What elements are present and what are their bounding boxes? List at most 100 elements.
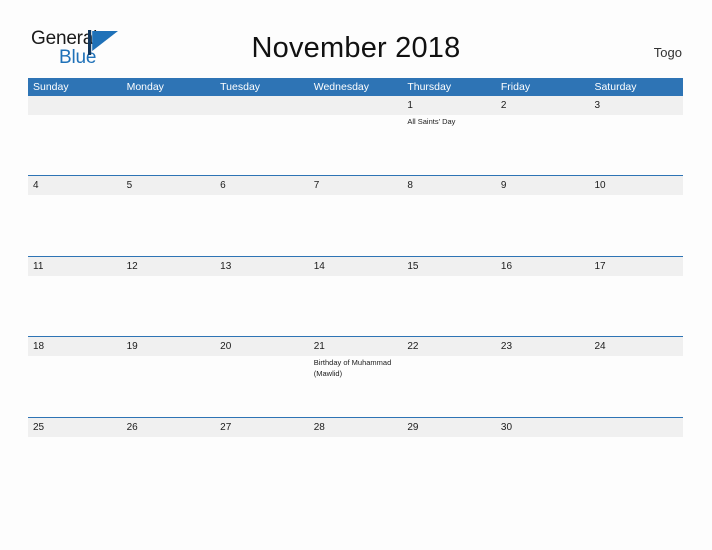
day-number: 3 bbox=[594, 100, 601, 111]
calendar-week-inner: 18 19 20 21 Birthday of Muhammad (Mawlid) 22 2… bbox=[28, 337, 684, 416]
calendar-day-cell[interactable]: 12 bbox=[121, 256, 216, 336]
calendar-day-cell[interactable]: 14 bbox=[308, 256, 403, 336]
calendar-day-cell[interactable]: 2 bbox=[495, 96, 590, 175]
day-number-band bbox=[308, 96, 403, 115]
day-number-band bbox=[589, 96, 684, 115]
calendar-day-cell[interactable]: 27 bbox=[215, 417, 309, 497]
day-number: 2 bbox=[500, 100, 507, 111]
day-number-band bbox=[495, 176, 590, 196]
calendar-day-cell[interactable]: 4 bbox=[28, 176, 122, 255]
calendar-day-cell[interactable]: 17 bbox=[589, 256, 684, 336]
day-events: Birthday of Muhammad (Mawlid) bbox=[314, 358, 399, 379]
weekday-header-thursday: Thursday bbox=[407, 81, 452, 93]
day-number: 15 bbox=[407, 260, 419, 272]
calendar-week-row: 25 26 27 28 29 30 bbox=[28, 416, 684, 497]
day-number: 14 bbox=[313, 260, 325, 272]
day-number: 5 bbox=[126, 180, 133, 192]
calendar-day-cell[interactable]: 20 bbox=[215, 337, 309, 416]
day-number: 30 bbox=[500, 421, 513, 433]
day-number: 4 bbox=[33, 180, 39, 192]
calendar-day-cell-empty bbox=[215, 96, 309, 175]
calendar-day-cell[interactable]: 30 bbox=[495, 417, 590, 497]
weekday-header-saturday: Saturday bbox=[594, 81, 637, 93]
calendar-day-cell[interactable]: 26 bbox=[121, 417, 216, 497]
day-number: 8 bbox=[407, 180, 413, 192]
calendar-day-cell[interactable]: 22 bbox=[402, 337, 496, 416]
calendar-week-row: 1 All Saints' Day 2 3 bbox=[28, 96, 684, 175]
calendar-day-cell-empty bbox=[28, 96, 122, 175]
day-number: 25 bbox=[33, 421, 45, 433]
calendar-day-cell[interactable]: 15 bbox=[402, 256, 496, 336]
day-number: 20 bbox=[220, 341, 232, 353]
calendar-day-cell[interactable]: 25 bbox=[28, 417, 122, 497]
calendar-day-cell[interactable]: 23 bbox=[495, 337, 590, 416]
day-number-band bbox=[402, 176, 496, 196]
day-number: 23 bbox=[500, 341, 513, 353]
weekday-header-row: Sunday Monday Tuesday Wednesday Thursday Frid… bbox=[28, 78, 683, 96]
day-number-band bbox=[28, 176, 122, 196]
calendar-week-inner: 25 26 27 28 29 30 bbox=[28, 417, 684, 497]
day-number: 19 bbox=[126, 341, 138, 353]
calendar-grid: Sunday Monday Tuesday Wednesday Thursday Frid… bbox=[28, 78, 684, 497]
day-number: 10 bbox=[594, 180, 606, 192]
day-number: 21 bbox=[313, 341, 325, 353]
calendar-weeks: 1 All Saints' Day 2 3 4 5 6 7 8 9 10 11 12 13 14 15 16 17… bbox=[28, 96, 684, 497]
calendar-day-cell[interactable]: 5 bbox=[121, 176, 216, 255]
calendar-day-cell[interactable]: 3 bbox=[589, 96, 684, 175]
calendar-day-cell[interactable]: 6 bbox=[215, 176, 309, 255]
calendar-day-cell[interactable]: 8 bbox=[402, 176, 496, 255]
calendar-day-cell[interactable]: 29 bbox=[402, 417, 496, 497]
calendar-day-cell[interactable]: 9 bbox=[495, 176, 590, 255]
day-number-band bbox=[215, 176, 309, 196]
weekday-header-monday: Monday bbox=[126, 81, 164, 93]
day-number: 26 bbox=[126, 421, 138, 433]
day-number: 12 bbox=[126, 260, 138, 272]
day-number-band bbox=[121, 96, 216, 115]
calendar-day-cell[interactable]: 28 bbox=[308, 417, 403, 497]
day-number-band bbox=[495, 96, 590, 115]
day-number: 27 bbox=[220, 421, 232, 433]
holiday-event-label: Birthday of Muhammad (Mawlid) bbox=[313, 358, 392, 378]
calendar-day-cell[interactable]: 1 All Saints' Day bbox=[402, 96, 496, 175]
calendar-day-cell[interactable]: 7 bbox=[308, 176, 403, 255]
calendar-week-row: 18 19 20 21 Birthday of Muhammad (Mawlid) 22 2… bbox=[28, 336, 684, 416]
calendar-week-inner: 1 All Saints' Day 2 3 bbox=[28, 96, 684, 175]
calendar-day-cell[interactable]: 16 bbox=[495, 256, 590, 336]
holiday-event-label: All Saints' Day bbox=[407, 117, 456, 126]
country-label: Togo bbox=[653, 45, 682, 60]
day-number-band bbox=[402, 96, 496, 115]
day-number: 1 bbox=[407, 100, 413, 111]
weekday-header-friday: Friday bbox=[500, 81, 531, 93]
day-events: All Saints' Day bbox=[407, 117, 492, 128]
day-number-band bbox=[121, 176, 216, 196]
weekday-header-wednesday: Wednesday bbox=[313, 81, 369, 93]
calendar-week-row: 11 12 13 14 15 16 17 bbox=[28, 255, 684, 336]
day-number: 29 bbox=[407, 421, 419, 433]
calendar-day-cell[interactable]: 24 bbox=[589, 337, 684, 416]
calendar-week-inner: 4 5 6 7 8 9 10 bbox=[28, 176, 684, 255]
page-header: General Blue November 2018 Togo bbox=[0, 0, 712, 78]
day-number: 11 bbox=[33, 260, 44, 272]
page-title: November 2018 bbox=[251, 32, 461, 64]
calendar-day-cell[interactable]: 19 bbox=[121, 337, 216, 416]
day-number: 13 bbox=[220, 260, 232, 272]
calendar-day-cell[interactable]: 11 bbox=[28, 256, 122, 336]
calendar-day-cell[interactable]: 13 bbox=[215, 256, 309, 336]
day-number-band bbox=[308, 176, 403, 196]
weekday-header-tuesday: Tuesday bbox=[220, 81, 261, 93]
weekday-header-sunday: Sunday bbox=[33, 81, 69, 93]
day-number: 22 bbox=[407, 341, 419, 353]
calendar-day-cell-empty bbox=[308, 96, 403, 175]
calendar-page: General Blue November 2018 Togo Sunday Mo… bbox=[0, 0, 712, 550]
day-number: 7 bbox=[313, 180, 320, 192]
day-number-band bbox=[589, 417, 684, 437]
calendar-day-cell-empty bbox=[121, 96, 216, 175]
day-number: 28 bbox=[313, 421, 325, 433]
day-number: 18 bbox=[33, 341, 45, 353]
day-number: 24 bbox=[594, 341, 606, 353]
calendar-day-cell[interactable]: 10 bbox=[589, 176, 684, 255]
calendar-day-cell[interactable]: 18 bbox=[28, 337, 122, 416]
day-number: 16 bbox=[500, 260, 513, 272]
day-number: 6 bbox=[220, 180, 226, 192]
calendar-day-cell[interactable]: 21 Birthday of Muhammad (Mawlid) bbox=[308, 337, 403, 416]
